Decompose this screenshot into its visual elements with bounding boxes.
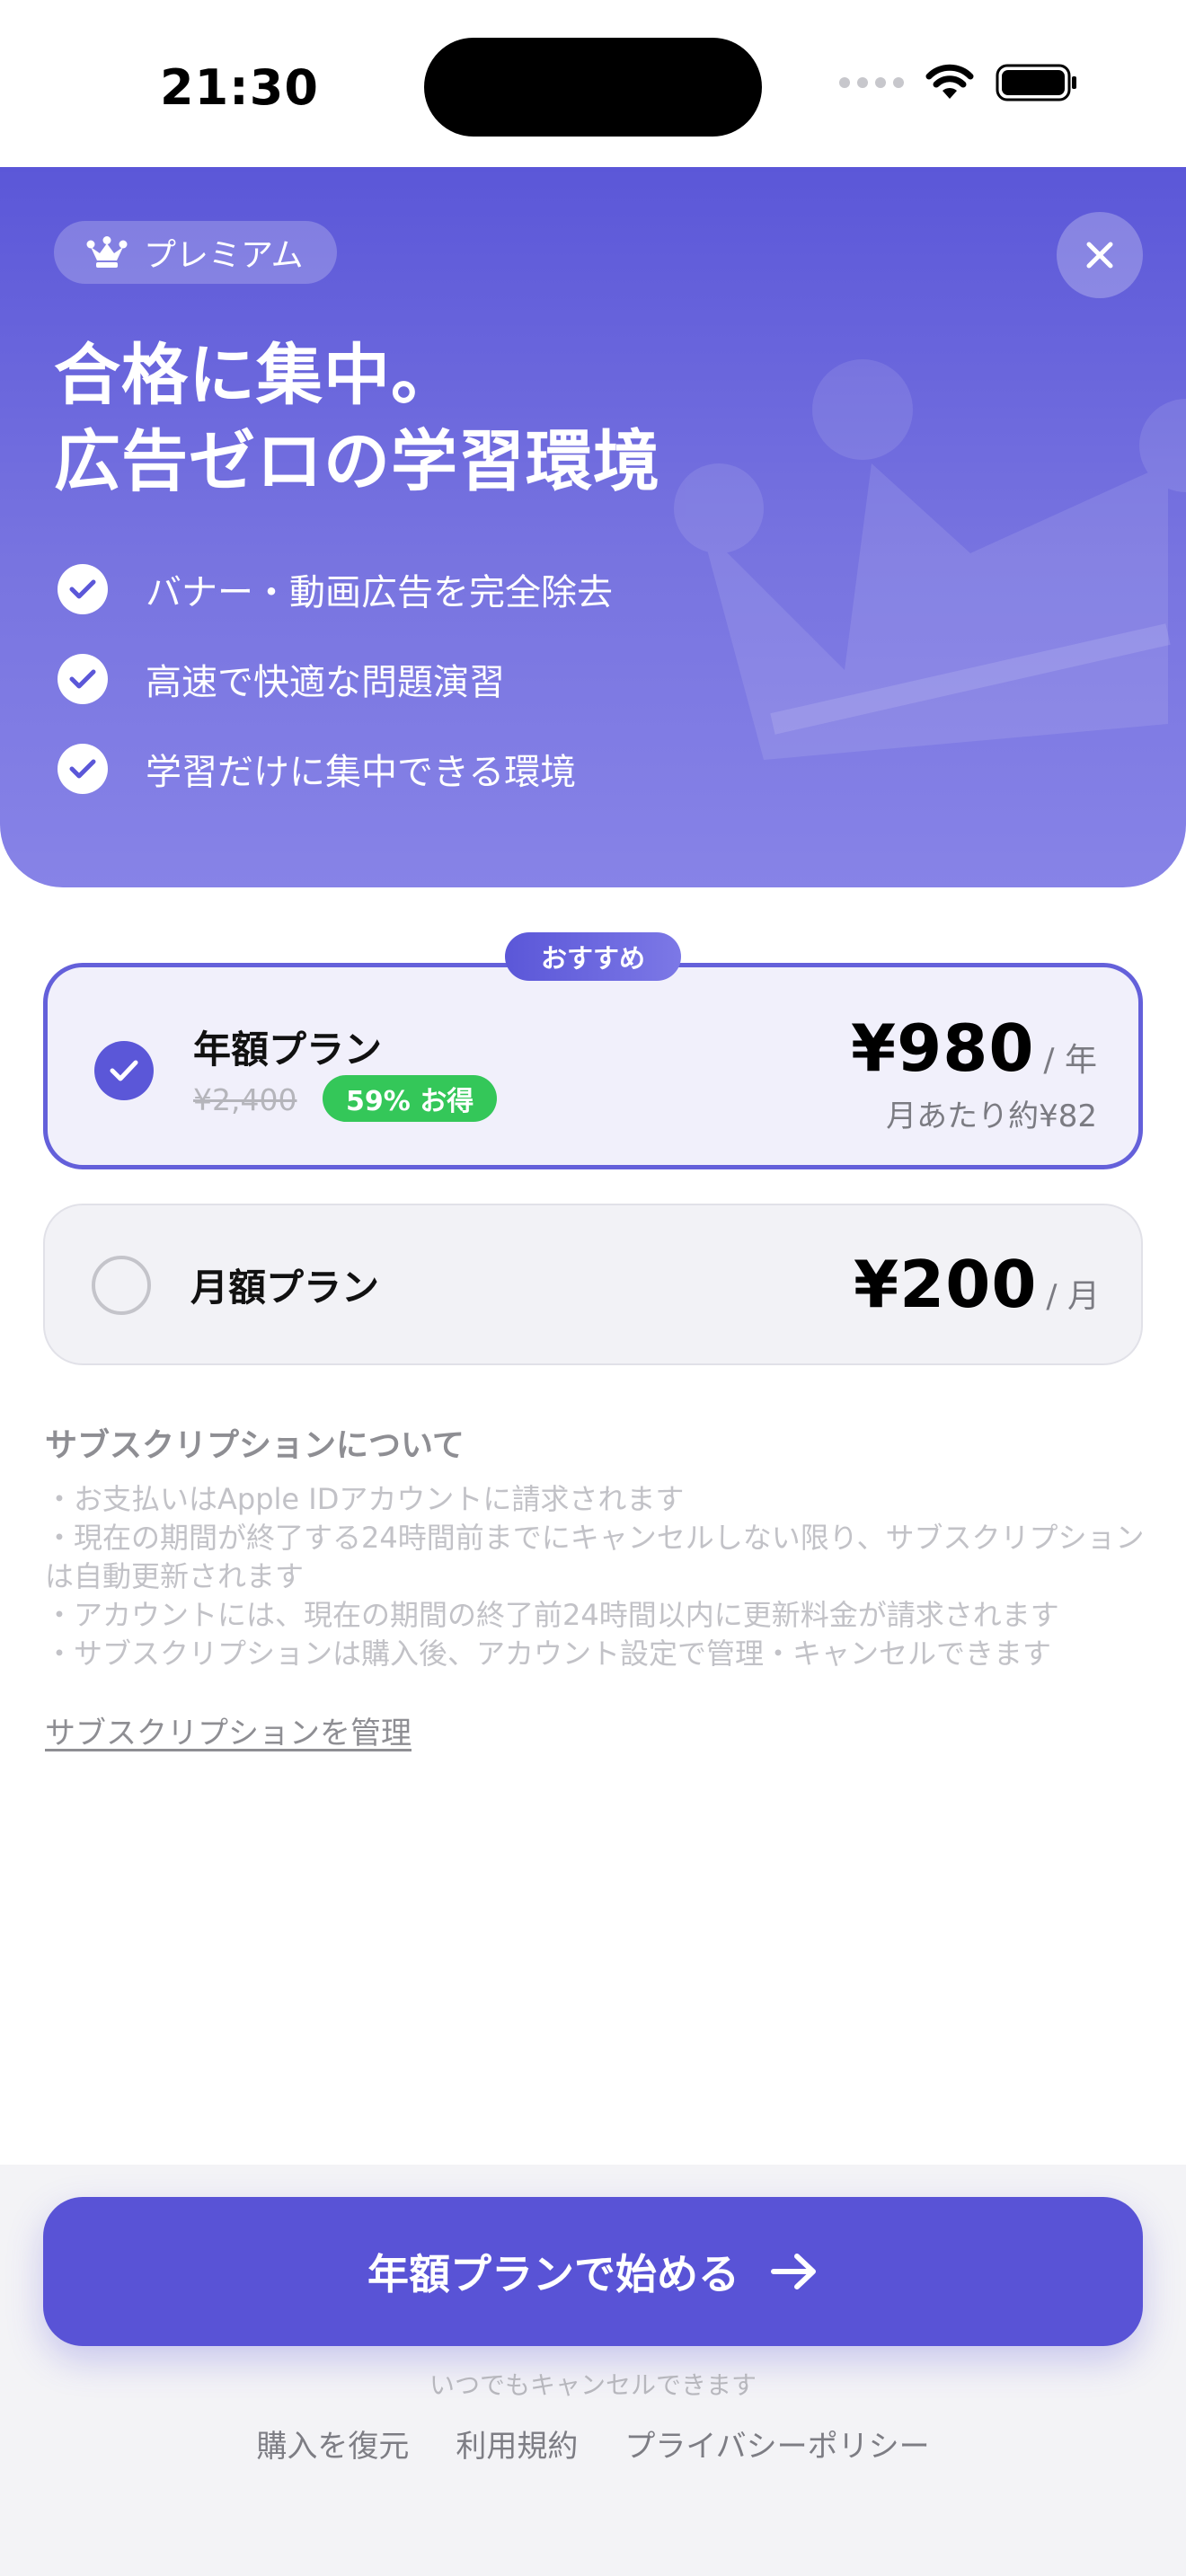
feature-text: 学習だけに集中できる環境 <box>146 752 577 793</box>
crown-icon <box>86 236 128 268</box>
subscription-info-line: ・サブスクリプションは購入後、アカウント設定で管理・キャンセルできます <box>45 1636 1052 1671</box>
feature-item: 学習だけに集中できる環境 <box>58 724 613 814</box>
annual-price-unit: / 年 <box>1043 1042 1097 1079</box>
monthly-price: ¥200 <box>854 1247 1038 1322</box>
monthly-plan-name: 月額プラン <box>190 1266 380 1310</box>
unselected-radio-icon <box>92 1256 151 1315</box>
feature-item: バナー・動画広告を完全除去 <box>58 544 613 634</box>
premium-badge-label: プレミアム <box>144 237 304 274</box>
status-bar: 21:30 <box>0 0 1186 167</box>
subscription-info-heading: サブスクリプションについて <box>45 1427 465 1464</box>
terms-link[interactable]: 利用規約 <box>456 2422 578 2466</box>
per-month-price: 月あたり約¥82 <box>886 1098 1097 1134</box>
annual-price-line: ¥980 / 年 <box>851 1010 1097 1086</box>
monthly-price-unit: / 月 <box>1046 1278 1100 1315</box>
status-icons <box>839 63 1078 102</box>
checkmark-icon <box>58 564 108 614</box>
battery-icon <box>996 64 1076 101</box>
arrow-right-icon <box>771 2254 816 2289</box>
recommended-badge: おすすめ <box>505 932 681 981</box>
wifi-icon <box>925 64 974 99</box>
hero-title-line2: 広告ゼロの学習環境 <box>54 423 660 500</box>
privacy-policy-link[interactable]: プライバシーポリシー <box>624 2422 929 2466</box>
manage-subscription-link[interactable]: サブスクリプションを管理 <box>45 1708 412 1752</box>
annual-plan-option[interactable]: 年額プラン ¥2,400 59% お得 ¥980 / 年 月あたり約¥82 <box>43 963 1143 1169</box>
purchase-footer: 年額プランで始める いつでもキャンセルできます 購入を復元 利用規約 プライバシ… <box>0 2165 1186 2576</box>
start-annual-plan-button[interactable]: 年額プランで始める <box>43 2197 1143 2346</box>
cancel-anytime-note: いつでもキャンセルできます <box>429 2370 757 2400</box>
close-icon <box>1086 242 1113 269</box>
subscription-info-text: ・お支払いはApple IDアカウントに請求されます ・現在の期間が終了する24… <box>45 1480 1150 1673</box>
checkmark-icon <box>58 744 108 794</box>
close-button[interactable] <box>1057 212 1143 298</box>
monthly-plan-option[interactable]: 月額プラン ¥200 / 月 <box>43 1204 1143 1365</box>
discount-badge: 59% お得 <box>323 1075 498 1122</box>
subscription-info-line: ・お支払いはApple IDアカウントに請求されます <box>45 1482 685 1516</box>
premium-hero: プレミアム 合格に集中。 広告ゼロの学習環境 バナー・動画広告を完全除去 高速で… <box>0 167 1186 887</box>
hero-title: 合格に集中。 広告ゼロの学習環境 <box>54 332 660 505</box>
feature-item: 高速で快適な問題演習 <box>58 634 613 724</box>
feature-list: バナー・動画広告を完全除去 高速で快適な問題演習 学習だけに集中できる環境 <box>58 544 613 814</box>
cellular-signal-icon <box>839 77 904 88</box>
original-price: ¥2,400 <box>193 1082 297 1117</box>
premium-badge: プレミアム <box>54 221 338 284</box>
dynamic-island <box>424 38 762 137</box>
monthly-price-line: ¥200 / 月 <box>854 1247 1100 1322</box>
feature-text: 高速で快適な問題演習 <box>146 662 505 703</box>
annual-plan-name: 年額プラン <box>193 1028 383 1072</box>
feature-text: バナー・動画広告を完全除去 <box>146 572 613 613</box>
restore-purchase-link[interactable]: 購入を復元 <box>256 2422 409 2466</box>
checkmark-icon <box>58 654 108 704</box>
crown-watermark-icon <box>674 359 1186 760</box>
subscription-info-line: ・アカウントには、現在の期間の終了前24時間以内に更新料金が請求されます <box>45 1598 1059 1632</box>
hero-title-line1: 合格に集中。 <box>54 337 458 414</box>
selected-radio-icon <box>94 1041 154 1100</box>
annual-price: ¥980 <box>851 1010 1035 1086</box>
cta-label: 年額プランで始める <box>367 2250 739 2298</box>
footer-links: 購入を復元 利用規約 プライバシーポリシー <box>0 2422 1186 2466</box>
status-time: 21:30 <box>160 59 319 116</box>
subscription-info-line: ・現在の期間が終了する24時間前までにキャンセルしない限り、サブスクリプションは… <box>45 1521 1145 1593</box>
